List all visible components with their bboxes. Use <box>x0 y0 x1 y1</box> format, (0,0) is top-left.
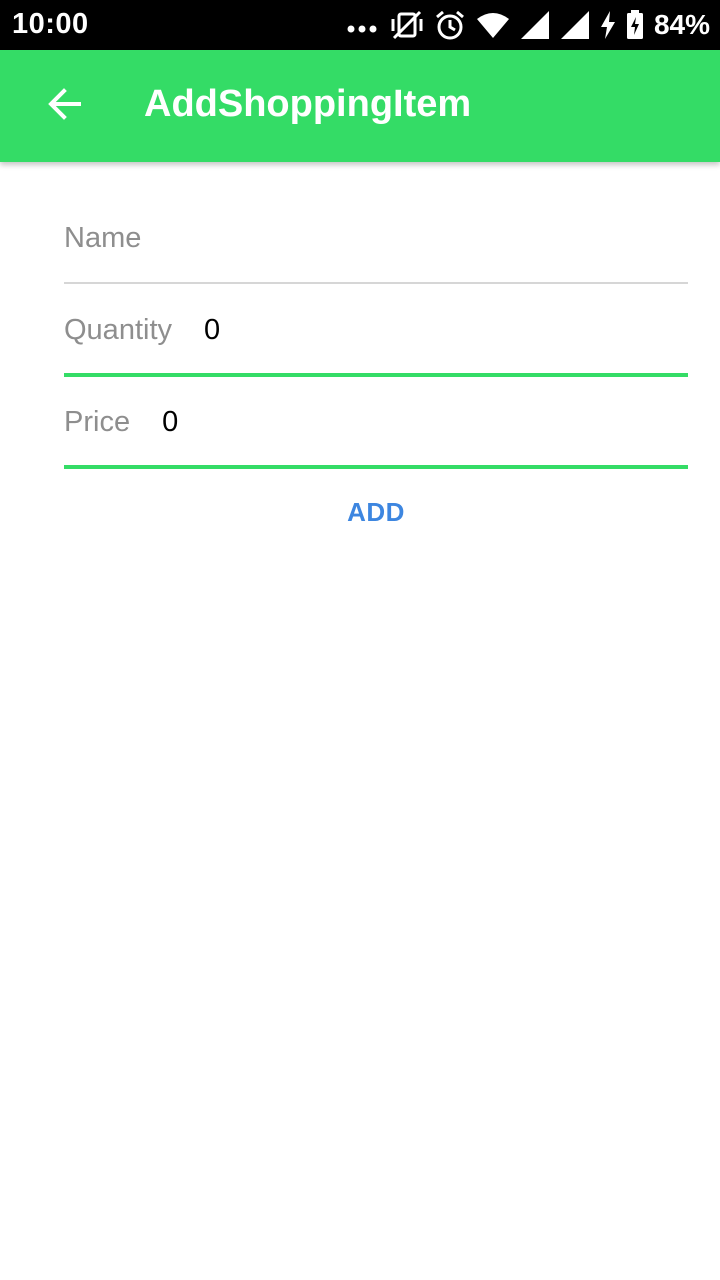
charging-icon <box>600 10 616 40</box>
wifi-icon <box>476 11 510 39</box>
name-field <box>64 192 688 284</box>
quantity-input[interactable]: 0 <box>204 314 220 347</box>
price-input[interactable]: 0 <box>162 406 178 439</box>
quantity-label: Quantity <box>64 313 172 346</box>
add-button[interactable]: ADD <box>335 497 417 528</box>
quantity-field[interactable]: Quantity 0 <box>64 284 688 377</box>
app-bar: AddShoppingItem <box>0 50 720 162</box>
status-icons: 84% <box>346 7 710 43</box>
vibrate-off-icon <box>390 9 424 41</box>
price-underline <box>64 465 688 469</box>
price-label: Price <box>64 405 131 438</box>
status-bar: 10:00 84% <box>0 0 720 50</box>
price-field[interactable]: Price 0 <box>64 376 688 469</box>
status-time: 10:00 <box>12 8 89 40</box>
add-row: ADD <box>64 492 688 532</box>
battery-percent: 84% <box>653 9 710 40</box>
back-button[interactable] <box>28 70 100 142</box>
shopping-item-form: Quantity 0 Price 0 <box>64 192 688 469</box>
more-dots-icon <box>346 15 380 35</box>
alarm-icon <box>434 9 466 41</box>
signal-icon <box>520 10 550 40</box>
signal-icon <box>560 10 590 40</box>
arrow-back-icon <box>46 86 82 127</box>
name-input[interactable] <box>64 192 688 284</box>
battery-icon <box>626 10 644 40</box>
page-title: AddShoppingItem <box>144 83 472 125</box>
